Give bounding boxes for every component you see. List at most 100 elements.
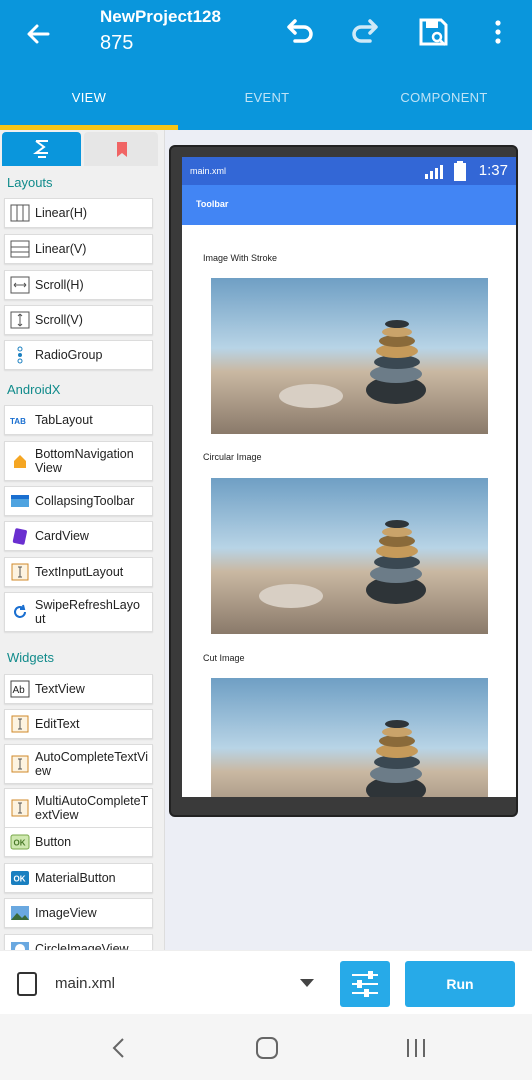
preview-clock: 1:37 xyxy=(478,162,508,179)
palette-item-autocomplete[interactable]: AutoCompleteTextVi ew xyxy=(4,744,153,784)
section-layouts: Layouts xyxy=(7,175,53,190)
stacked-stones-image xyxy=(211,278,488,434)
cut-image[interactable] xyxy=(211,678,488,797)
dropdown-arrow-icon[interactable] xyxy=(299,978,315,988)
palette-item-label: CollapsingToolbar xyxy=(35,494,135,508)
preview-toolbar-title: Toolbar xyxy=(196,199,229,209)
redo-icon[interactable] xyxy=(348,14,384,50)
tab-component[interactable]: COMPONENT xyxy=(356,78,532,130)
phone-screen[interactable]: main.xml 1:37 Toolbar Image With Stroke … xyxy=(182,157,516,797)
textview-icon: Ab xyxy=(10,680,30,698)
stacked-stones-image xyxy=(211,678,488,797)
tablayout-icon: TAB xyxy=(10,417,26,426)
editor-tabs: VIEW EVENT COMPONENT xyxy=(0,78,532,130)
layout-settings-button[interactable] xyxy=(340,961,390,1007)
tab-event[interactable]: EVENT xyxy=(178,78,356,130)
sliders-icon xyxy=(352,971,378,997)
section-androidx: AndroidX xyxy=(7,382,61,397)
bottomnav-icon xyxy=(14,455,26,468)
palette-item-label: CardView xyxy=(35,529,89,543)
project-id: 875 xyxy=(100,32,134,54)
palette-item-label: BottomNavigation View xyxy=(35,447,134,475)
palette-item-button[interactable]: OK Button xyxy=(4,827,153,857)
palette-tab-widgets[interactable] xyxy=(2,132,81,166)
stacked-stones-image xyxy=(211,478,488,634)
palette-tabs xyxy=(2,132,158,166)
palette-item-circleimageview[interactable]: CircleImageView xyxy=(4,934,153,950)
palette-tab-bookmarks[interactable] xyxy=(84,132,158,166)
palette-item-tablayout[interactable]: TAB TabLayout xyxy=(4,405,153,435)
widgets-icon xyxy=(33,140,48,158)
preview-file-name: main.xml xyxy=(190,166,227,176)
palette-item-radiogroup[interactable]: RadioGroup xyxy=(4,340,153,370)
current-file-name[interactable]: main.xml xyxy=(55,975,115,992)
caption-image-with-stroke: Image With Stroke xyxy=(203,253,278,263)
svg-text:Ab: Ab xyxy=(13,685,26,696)
palette-item-scroll-v[interactable]: Scroll(V) xyxy=(4,305,153,335)
palette-item-textinputlayout[interactable]: TextInputLayout xyxy=(4,557,153,587)
image-with-stroke[interactable] xyxy=(211,278,488,434)
button-icon: OK xyxy=(10,834,30,850)
app-bar: NewProject128 875 VIEW EVENT COMPONENT xyxy=(0,0,532,130)
signal-icon xyxy=(425,165,443,179)
palette-item-label: Linear(V) xyxy=(35,242,87,256)
palette-item-label: TextInputLayout xyxy=(35,565,124,579)
back-arrow-icon[interactable] xyxy=(22,18,54,50)
radiogroup-icon xyxy=(17,346,23,364)
circleimageview-icon xyxy=(11,942,29,950)
tab-view[interactable]: VIEW xyxy=(0,78,178,130)
battery-icon xyxy=(454,161,466,181)
scroll-vertical-icon xyxy=(10,311,30,329)
caption-circular-image: Circular Image xyxy=(203,452,262,462)
palette-item-linear-h[interactable]: Linear(H) xyxy=(4,198,153,228)
palette-item-linear-v[interactable]: Linear(V) xyxy=(4,234,153,264)
save-icon[interactable] xyxy=(415,14,451,50)
palette-item-label: Scroll(V) xyxy=(35,313,83,327)
cardview-icon xyxy=(12,528,27,545)
nav-back-icon[interactable] xyxy=(108,1036,130,1060)
materialbutton-icon: OK xyxy=(11,871,29,885)
palette-item-label: Linear(H) xyxy=(35,206,88,220)
palette-item-label: SwipeRefreshLayo ut xyxy=(35,598,140,626)
palette-item-label: CircleImageView xyxy=(35,942,129,950)
run-button[interactable]: Run xyxy=(405,961,515,1007)
palette-item-multiautocomplete[interactable]: MultiAutoCompleteT extView xyxy=(4,788,153,828)
circular-image[interactable] xyxy=(211,478,488,634)
linear-vertical-icon xyxy=(10,240,30,258)
palette-item-label: MaterialButton xyxy=(35,871,116,885)
imageview-icon xyxy=(11,906,29,920)
palette-item-collapsingtoolbar[interactable]: CollapsingToolbar xyxy=(4,486,153,516)
palette-item-label: AutoCompleteTextVi ew xyxy=(35,750,149,778)
palette-item-imageview[interactable]: ImageView xyxy=(4,898,153,928)
swiperefresh-icon xyxy=(14,604,26,618)
multiautocomplete-icon xyxy=(11,799,29,817)
overflow-menu-icon[interactable] xyxy=(482,14,518,50)
edittext-icon xyxy=(11,715,29,733)
palette-item-materialbutton[interactable]: OK MaterialButton xyxy=(4,863,153,893)
caption-cut-image: Cut Image xyxy=(203,653,245,663)
palette-item-label: Button xyxy=(35,835,72,849)
widget-palette[interactable]: Layouts Linear(H) Linear(V) Scroll(H) Sc… xyxy=(0,130,165,950)
palette-item-edittext[interactable]: EditText xyxy=(4,709,153,739)
svg-text:OK: OK xyxy=(14,839,26,848)
svg-text:OK: OK xyxy=(14,875,26,884)
svg-text:TAB: TAB xyxy=(10,417,26,426)
scroll-horizontal-icon xyxy=(10,276,30,294)
nav-home-icon[interactable] xyxy=(255,1036,279,1060)
autocomplete-icon xyxy=(11,755,29,773)
preview-toolbar: Toolbar xyxy=(182,185,516,225)
palette-item-textview[interactable]: Ab TextView xyxy=(4,674,153,704)
palette-item-label: TabLayout xyxy=(35,413,93,427)
palette-item-label: Scroll(H) xyxy=(35,278,84,292)
palette-item-bottomnav[interactable]: BottomNavigation View xyxy=(4,441,153,481)
palette-item-label: MultiAutoCompleteT extView xyxy=(35,794,149,822)
nav-recents-icon[interactable] xyxy=(404,1036,428,1060)
system-nav-bar xyxy=(0,1014,532,1080)
collapsing-toolbar-icon xyxy=(11,495,29,507)
undo-icon[interactable] xyxy=(281,14,317,50)
palette-item-cardview[interactable]: CardView xyxy=(4,521,153,551)
palette-item-label: ImageView xyxy=(35,906,97,920)
palette-item-swiperefresh[interactable]: SwipeRefreshLayo ut xyxy=(4,592,153,632)
bottom-bar: main.xml Run xyxy=(0,950,532,1014)
palette-item-scroll-h[interactable]: Scroll(H) xyxy=(4,270,153,300)
